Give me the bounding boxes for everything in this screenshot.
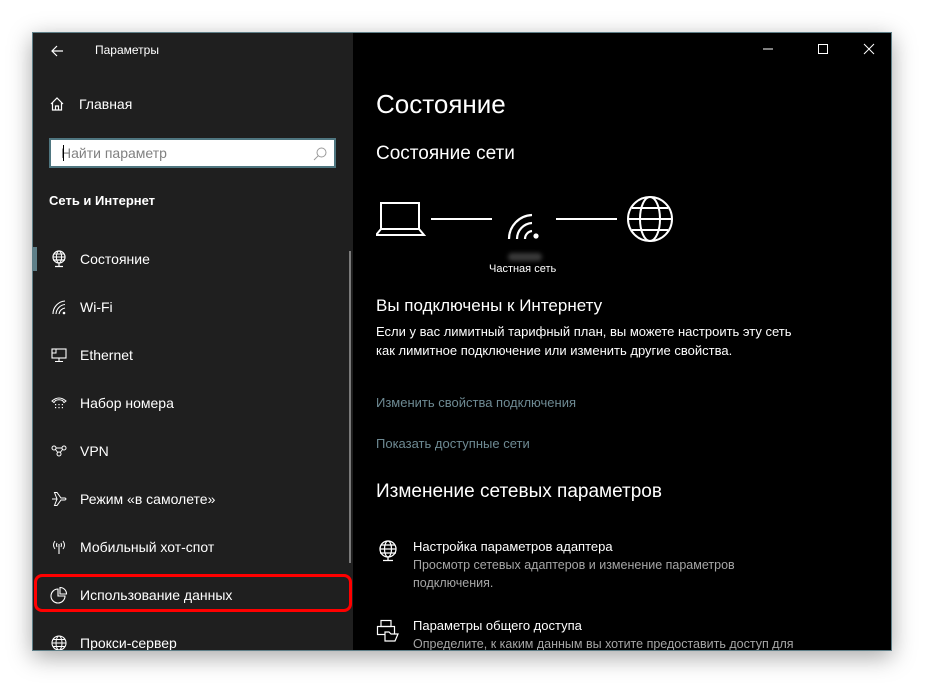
change-connection-properties-link[interactable]: Изменить свойства подключения — [376, 395, 576, 410]
app-title: Параметры — [95, 43, 159, 57]
laptop-icon — [376, 202, 427, 236]
globe-icon — [627, 196, 673, 242]
arrow-left-icon — [51, 45, 63, 57]
sharing-settings-item[interactable]: Параметры общего доступа Определите, к к… — [376, 617, 813, 651]
network-status-heading: Состояние сети — [376, 143, 515, 164]
back-button[interactable] — [47, 41, 69, 61]
sidebar-item-label: Состояние — [80, 251, 150, 267]
search-input[interactable] — [51, 140, 301, 166]
close-button[interactable] — [854, 39, 884, 59]
sidebar-item-label: Wi-Fi — [80, 299, 113, 315]
network-status-icon — [49, 250, 69, 268]
sidebar-item-label: Режим «в самолете» — [80, 491, 216, 507]
change-settings-heading: Изменение сетевых параметров — [376, 481, 662, 502]
network-name-redacted — [508, 253, 542, 261]
airplane-icon — [49, 490, 69, 508]
search-box[interactable] — [49, 138, 336, 168]
adapter-settings-item[interactable]: Настройка параметров адаптера Просмотр с… — [376, 538, 813, 592]
home-label: Главная — [79, 96, 133, 112]
globe-icon — [49, 634, 69, 650]
text-caret — [63, 145, 64, 161]
setting-title: Настройка параметров адаптера — [413, 539, 613, 554]
minimize-button[interactable] — [753, 39, 783, 59]
vpn-icon — [49, 442, 69, 460]
network-type-label: Частная сеть — [489, 263, 557, 275]
wifi-signal-icon — [507, 213, 539, 240]
connection-status-description: Если у вас лимитный тарифный план, вы мо… — [376, 324, 792, 358]
sidebar-scrollbar[interactable] — [349, 251, 351, 563]
sidebar-item-dialup[interactable]: Набор номера — [33, 379, 351, 427]
settings-window: Параметры Главная Сеть и Интернет — [32, 32, 892, 651]
maximize-button[interactable] — [808, 39, 838, 59]
page-title: Состояние — [376, 89, 506, 119]
sidebar-item-hotspot[interactable]: Мобильный хот-спот — [33, 523, 351, 571]
close-icon — [863, 43, 875, 55]
sidebar-nav: Состояние Wi-Fi Ethernet Набор номера VP… — [33, 235, 351, 651]
adapter-globe-icon — [376, 538, 402, 592]
sidebar-item-label: VPN — [80, 443, 109, 459]
sidebar-item-label: Прокси-сервер — [80, 635, 177, 651]
dialup-phone-icon — [49, 394, 69, 412]
sidebar-item-proxy[interactable]: Прокси-сервер — [33, 619, 351, 651]
ethernet-icon — [49, 346, 69, 364]
sharing-printer-icon — [376, 617, 402, 650]
section-title: Сеть и Интернет — [49, 193, 156, 208]
sidebar-item-label: Набор номера — [80, 395, 174, 411]
show-available-networks-link[interactable]: Показать доступные сети — [376, 436, 530, 451]
sidebar-item-vpn[interactable]: VPN — [33, 427, 351, 475]
wifi-icon — [49, 298, 69, 316]
sidebar-item-label: Мобильный хот-спот — [80, 539, 215, 555]
sidebar-item-ethernet[interactable]: Ethernet — [33, 331, 351, 379]
setting-description: Просмотр сетевых адаптеров и изменение п… — [413, 558, 735, 590]
sidebar: Параметры Главная Сеть и Интернет — [33, 33, 353, 650]
data-usage-icon — [49, 586, 69, 604]
setting-title: Параметры общего доступа — [413, 618, 582, 633]
network-diagram: Частная сеть — [376, 195, 676, 279]
sidebar-item-data-usage[interactable]: Использование данных — [33, 571, 351, 619]
sidebar-item-wifi[interactable]: Wi-Fi — [33, 283, 351, 331]
hotspot-icon — [49, 538, 69, 556]
sidebar-item-status[interactable]: Состояние — [33, 235, 351, 283]
maximize-icon — [818, 44, 828, 54]
sidebar-item-label: Использование данных — [80, 587, 233, 603]
home-link[interactable]: Главная — [49, 96, 132, 112]
main-content: Состояние Состояние сети Частная сеть Вы… — [353, 33, 891, 650]
home-icon — [50, 97, 64, 111]
setting-description: Определите, к каким данным вы хотите пре… — [413, 637, 794, 651]
minimize-icon — [763, 48, 773, 50]
search-icon[interactable] — [312, 146, 328, 162]
sidebar-item-airplane[interactable]: Режим «в самолете» — [33, 475, 351, 523]
sidebar-item-label: Ethernet — [80, 347, 133, 363]
connection-status-title: Вы подключены к Интернету — [376, 296, 603, 315]
